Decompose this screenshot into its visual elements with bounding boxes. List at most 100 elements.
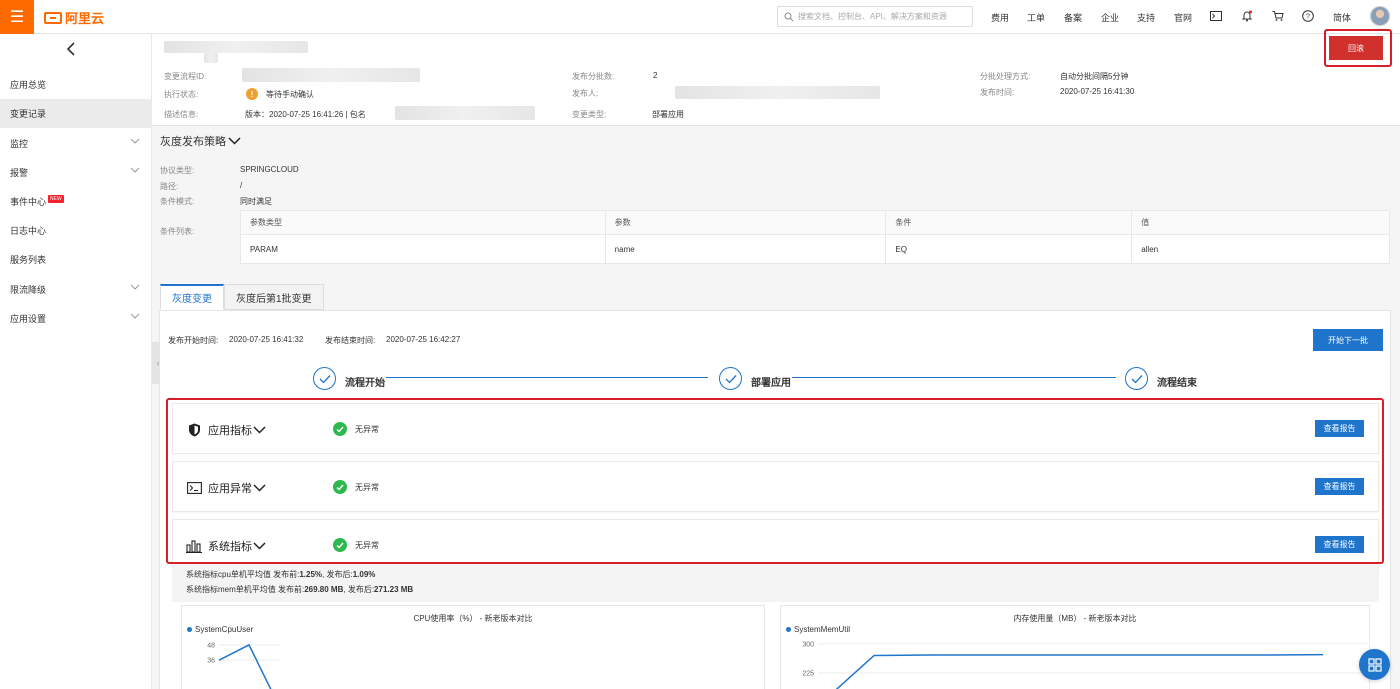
nav-ticket[interactable]: 工单 <box>1027 11 1045 24</box>
sidebar-item-monitor[interactable]: 监控 <box>0 129 152 158</box>
metric-title-text: 应用指标 <box>208 425 252 437</box>
cpu-summary-mid: , 发布后: <box>322 570 353 579</box>
y-tick-label: 48 <box>207 642 215 649</box>
step-connector <box>386 377 708 378</box>
mem-summary: 系统指标mem单机平均值 发布前:269.80 MB, 发布后:271.23 M… <box>186 584 413 595</box>
check-circle-icon <box>333 480 347 494</box>
console-icon <box>186 481 202 495</box>
sidebar-item-change-records[interactable]: 变更记录 <box>0 99 152 128</box>
change-type-label: 变更类型: <box>572 110 607 119</box>
table-header-cell: 条件 <box>885 210 1133 235</box>
cart-icon[interactable] <box>1271 9 1285 23</box>
condition-mode-value: 同时满足 <box>240 197 272 206</box>
mem-after-value: 271.23 MB <box>374 585 414 594</box>
exec-status-value: 等待手动确认 <box>266 90 314 99</box>
nav-support[interactable]: 支持 <box>1137 11 1155 24</box>
new-badge: NEW <box>48 194 64 203</box>
svg-text:?: ? <box>1306 14 1310 21</box>
batch-count-value: 2 <box>653 71 658 80</box>
metric-title-text: 系统指标 <box>208 541 252 553</box>
cpu-plot: 48 36 <box>207 642 279 689</box>
sidebar-item-overview[interactable]: 应用总览 <box>0 70 152 99</box>
protocol-label: 协议类型: <box>160 166 195 175</box>
flow-id-label: 变更流程ID: <box>164 72 207 81</box>
logo-mark-icon <box>44 11 62 24</box>
nav-enterprise[interactable]: 企业 <box>1101 11 1119 24</box>
step-label: 部署应用 <box>751 378 791 389</box>
logo[interactable]: 阿里云 <box>44 8 104 27</box>
avatar[interactable] <box>1370 6 1390 26</box>
bell-icon[interactable] <box>1240 9 1254 23</box>
end-time-value: 2020-07-25 16:42:27 <box>386 335 461 344</box>
sidebar-item-event-center[interactable]: 事件中心 NEW <box>0 187 152 216</box>
terminal-icon[interactable] <box>1209 9 1223 23</box>
strategy-title[interactable]: 灰度发布策略 <box>160 133 241 149</box>
view-report-button[interactable]: 查看报告 <box>1315 478 1364 495</box>
sidebar-item-label: 应用设置 <box>10 314 47 324</box>
metric-status: 无异常 <box>355 483 379 492</box>
metric-row-app-metrics: 应用指标 无异常 查看报告 <box>172 403 1379 454</box>
condition-list-label: 条件列表: <box>160 227 195 236</box>
search-icon <box>784 12 794 21</box>
chevron-down-icon <box>130 138 140 144</box>
sidebar-item-app-settings[interactable]: 应用设置 <box>0 304 152 333</box>
nav-icp[interactable]: 备案 <box>1064 11 1082 24</box>
step-label: 流程开始 <box>345 378 385 389</box>
top-bar: ☰ 阿里云 费用 工单 备案 企业 支持 官网 ? 简体 <box>0 0 1400 34</box>
table-cell: name <box>604 234 887 264</box>
tab-gray-change[interactable]: 灰度变更 <box>160 284 224 310</box>
metric-status: 无异常 <box>355 541 379 550</box>
batch-count-label: 发布分批数: <box>572 72 615 81</box>
sidebar-item-label: 变更记录 <box>10 109 47 119</box>
warning-icon: ! <box>246 88 258 100</box>
metric-title[interactable]: 系统指标 <box>208 538 266 554</box>
table-header-cell: 值 <box>1131 210 1390 235</box>
sidebar-item-label: 限流降级 <box>10 285 47 295</box>
metric-title[interactable]: 应用指标 <box>208 422 266 438</box>
nav-fee[interactable]: 费用 <box>991 11 1009 24</box>
metric-title[interactable]: 应用异常 <box>208 480 266 496</box>
mem-before-value: 269.80 MB <box>304 585 344 594</box>
shield-icon <box>186 423 202 437</box>
sidebar-item-service-list[interactable]: 服务列表 <box>0 245 152 274</box>
redacted-publisher <box>675 86 880 99</box>
description-value: 版本：2020-07-25 16:41:26 | 包名 <box>245 110 366 119</box>
next-batch-button[interactable]: 开始下一批 <box>1313 329 1383 351</box>
back-arrow-icon[interactable] <box>66 42 76 61</box>
sidebar-item-rate-limit[interactable]: 限流降级 <box>0 275 152 304</box>
table-cell: allen <box>1131 234 1390 264</box>
sidebar-item-alarm[interactable]: 报警 <box>0 158 152 187</box>
sidebar-item-label: 应用总览 <box>10 80 47 90</box>
tab-post-gray-batch-1[interactable]: 灰度后第1批变更 <box>224 284 324 310</box>
sidebar-item-log-center[interactable]: 日志中心 <box>0 216 152 245</box>
protocol-value: SPRINGCLOUD <box>240 165 299 174</box>
chevron-down-icon <box>130 313 140 319</box>
nav-official-site[interactable]: 官网 <box>1174 11 1192 24</box>
path-label: 路径: <box>160 182 179 191</box>
redacted-app-name <box>204 53 218 63</box>
start-time-value: 2020-07-25 16:41:32 <box>229 335 304 344</box>
view-report-button[interactable]: 查看报告 <box>1315 420 1364 437</box>
help-icon[interactable]: ? <box>1301 9 1315 23</box>
sidebar-item-label: 服务列表 <box>10 255 47 265</box>
system-metrics-summary: 系统指标cpu单机平均值 发布前:1.25%, 发布后:1.09% 系统指标me… <box>172 564 1379 602</box>
bar-chart-icon <box>186 539 202 553</box>
search-input[interactable] <box>798 12 968 21</box>
search-box[interactable] <box>777 6 973 27</box>
app-grid-icon[interactable] <box>1359 649 1390 680</box>
publisher-label: 发布人: <box>572 89 599 98</box>
end-time-label: 发布结束时间: <box>325 336 376 345</box>
strategy-title-text: 灰度发布策略 <box>160 136 226 148</box>
language-switch[interactable]: 简体 <box>1333 11 1351 24</box>
view-report-button[interactable]: 查看报告 <box>1315 536 1364 553</box>
metric-row-system-metrics: 系统指标 无异常 查看报告 <box>172 519 1379 570</box>
y-tick-label: 36 <box>207 658 215 665</box>
chevron-down-icon <box>253 484 266 492</box>
description-label: 描述信息: <box>164 110 199 119</box>
table-header-row: 参数类型 参数 条件 值 <box>240 210 1390 235</box>
change-type-value: 部署应用 <box>652 110 684 119</box>
table-header-cell: 参数 <box>604 210 887 235</box>
menu-icon[interactable]: ☰ <box>0 0 34 34</box>
condition-mode-label: 条件模式: <box>160 197 195 206</box>
rollback-button[interactable]: 回滚 <box>1329 36 1383 60</box>
